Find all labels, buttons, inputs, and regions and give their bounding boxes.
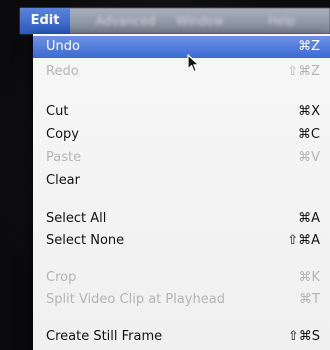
menu-item-label: Paste — [46, 150, 82, 165]
mouse-pointer-icon — [187, 54, 200, 73]
menu-item-cut[interactable]: Cut ⌘X — [33, 101, 330, 123]
menu-item-label: Select None — [46, 233, 125, 248]
menu-item-split-video-clip[interactable]: Split Video Clip at Playhead ⌘T — [33, 289, 330, 311]
menu-separator — [33, 193, 330, 205]
menu-item-undo[interactable]: Undo ⌘Z — [33, 36, 330, 58]
menu-item-copy[interactable]: Copy ⌘C — [33, 124, 330, 146]
menu-item-select-all[interactable]: Select All ⌘A — [33, 208, 330, 230]
menu-separator — [33, 312, 330, 324]
menu-item-select-none[interactable]: Select None ⇧⌘A — [33, 230, 330, 252]
menu-item-label: Select All — [46, 211, 107, 226]
shortcut-label: ⌘A — [298, 211, 320, 226]
menu-title-help[interactable]: Help — [268, 8, 295, 34]
menu-item-paste[interactable]: Paste ⌘V — [33, 147, 330, 169]
shortcut-label: ⌘T — [299, 292, 320, 307]
menu-item-crop[interactable]: Crop ⌘K — [33, 267, 330, 289]
shortcut-label: ⌘Z — [298, 39, 320, 54]
shortcut-label: ⌘C — [297, 127, 320, 142]
menu-separator — [33, 84, 330, 96]
menu-item-label: Undo — [46, 39, 80, 54]
menu-item-label: Cut — [46, 104, 69, 119]
menu-item-label: Redo — [46, 64, 79, 79]
menu-title-edit[interactable]: Edit — [20, 8, 70, 34]
menu-item-label: Copy — [46, 127, 79, 142]
shortcut-label: ⇧⌘Z — [287, 64, 320, 79]
screenshot-stage: Edit Advanced Window Help Undo ⌘Z Redo ⇧… — [0, 0, 330, 350]
menu-title-advanced[interactable]: Advanced — [96, 8, 155, 34]
edit-dropdown-menu: Undo ⌘Z Redo ⇧⌘Z Cut ⌘X Copy ⌘C Paste ⌘V… — [33, 34, 330, 350]
menu-item-label: Clear — [46, 173, 80, 188]
menu-item-create-still-frame[interactable]: Create Still Frame ⇧⌘S — [33, 326, 330, 348]
shortcut-label: ⇧⌘S — [287, 329, 320, 344]
menu-item-label: Create Still Frame — [46, 329, 163, 344]
shortcut-label: ⌘V — [298, 150, 320, 165]
menu-title-window[interactable]: Window — [176, 8, 223, 34]
shortcut-label: ⌘K — [298, 270, 320, 285]
menu-item-label: Split Video Clip at Playhead — [46, 292, 225, 307]
shortcut-label: ⇧⌘A — [287, 233, 320, 248]
menu-item-label: Crop — [46, 270, 77, 285]
shortcut-label: ⌘X — [298, 104, 320, 119]
menu-item-clear[interactable]: Clear — [33, 170, 330, 192]
menu-separator — [33, 253, 330, 265]
menu-item-redo[interactable]: Redo ⇧⌘Z — [33, 61, 330, 83]
